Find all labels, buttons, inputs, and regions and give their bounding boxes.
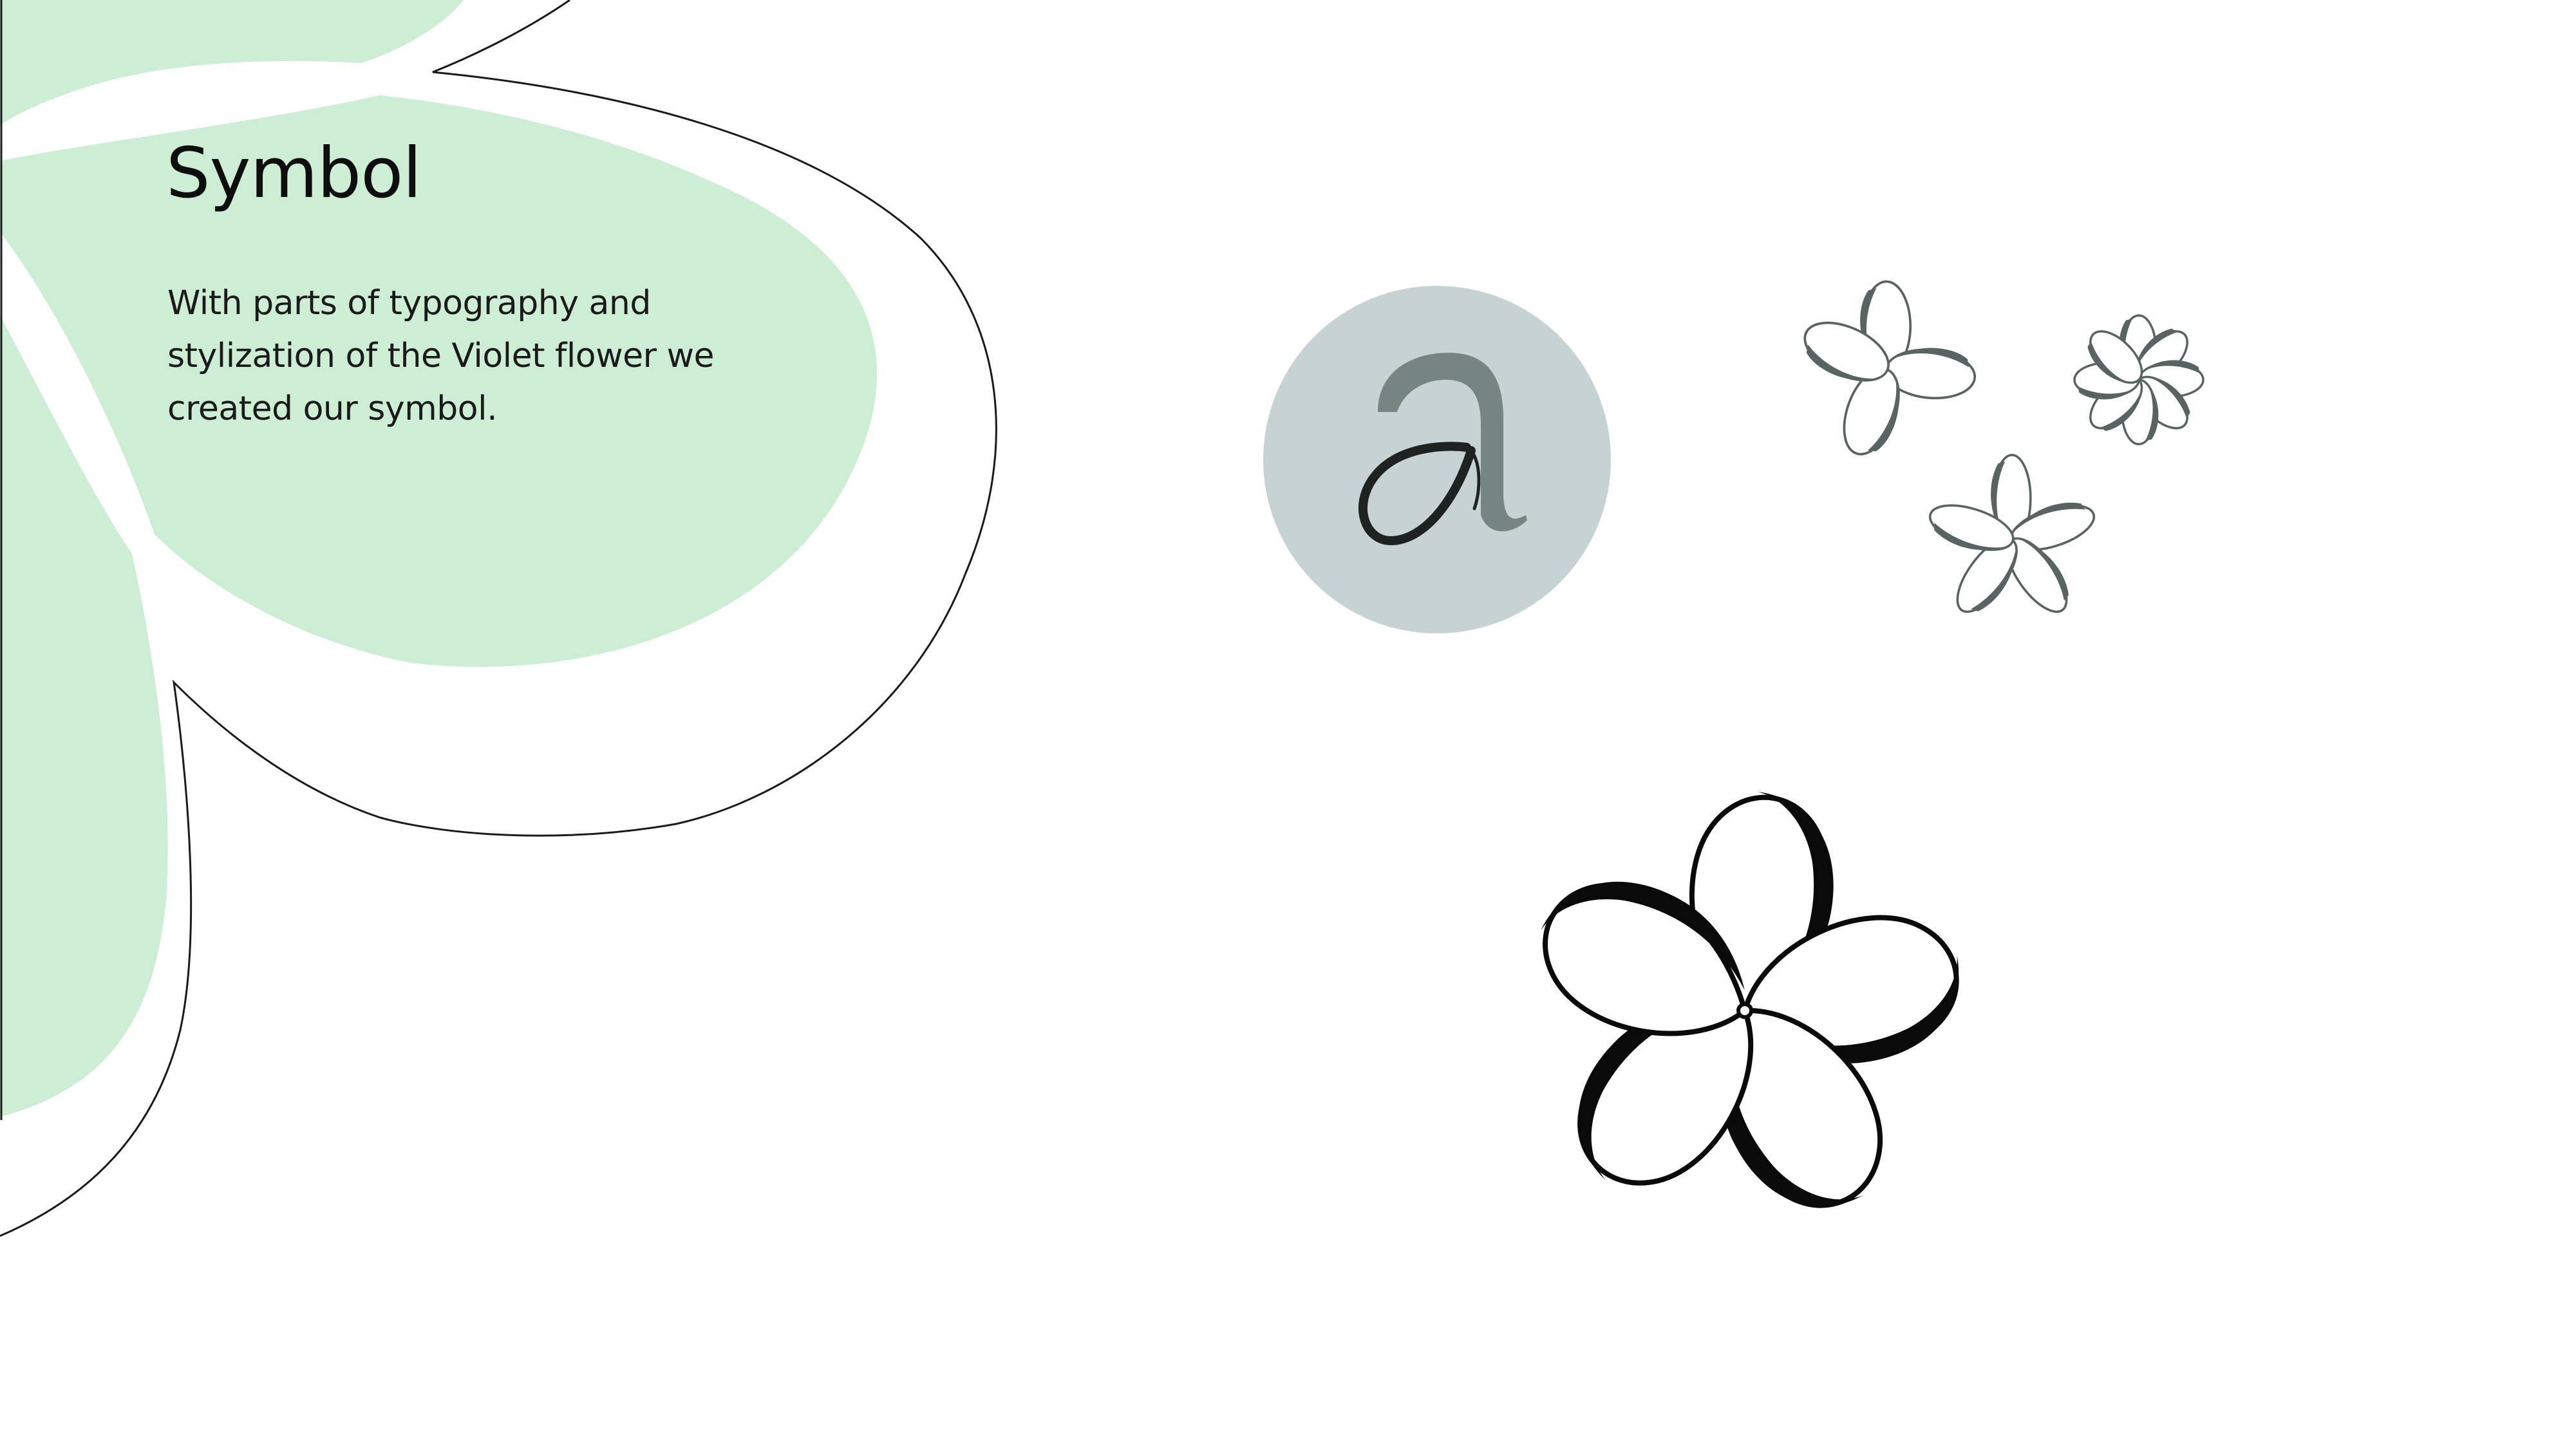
violet-flower-icon xyxy=(0,792,2576,1449)
slide: Symbol With parts of typography and styl… xyxy=(0,0,2576,1449)
